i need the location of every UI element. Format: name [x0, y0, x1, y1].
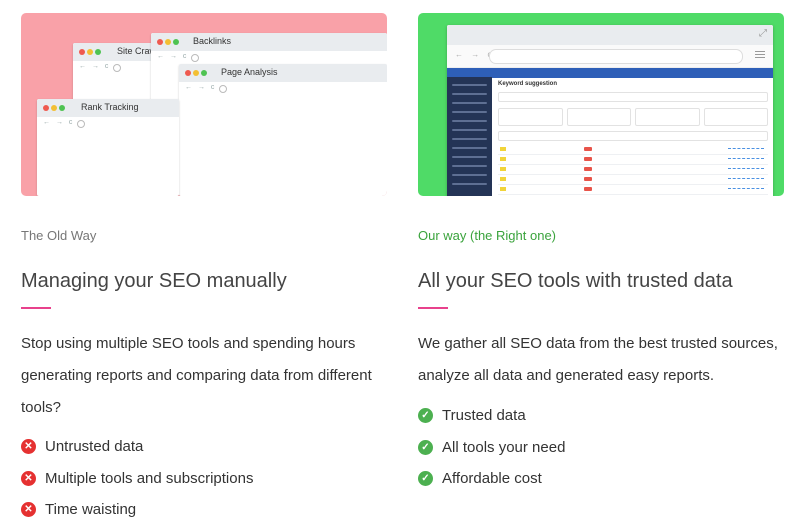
new-way-illustration: ⤢ ← → c Keyword suggestion: [418, 13, 784, 196]
circle-check-icon: ✓: [418, 408, 433, 423]
browser-window-rank-tracking: Rank Tracking ← → c: [37, 99, 179, 196]
list-item: ✓ Trusted data: [418, 406, 565, 438]
circle-x-icon: ✕: [21, 439, 36, 454]
app-sidebar: [447, 77, 492, 196]
app-main: Keyword suggestion: [498, 81, 768, 196]
section-label: The Old Way: [21, 228, 97, 243]
circle-check-icon: ✓: [418, 471, 433, 486]
circle-check-icon: ✓: [418, 439, 433, 455]
list-item-label: Time waisting: [45, 501, 137, 518]
circle-x-icon: ✕: [21, 470, 36, 486]
section-heading: All your SEO tools with trusted data: [418, 270, 733, 292]
list-item: ✓ Affordable cost: [418, 469, 565, 501]
list-item-label: Untrusted data: [45, 438, 144, 455]
section-paragraph: We gather all SEO data from the best tru…: [418, 335, 778, 384]
window-title: Rank Tracking: [81, 102, 139, 112]
old-way-illustration: Site Crawl ← → c Backlinks ← → c Page An…: [21, 13, 387, 196]
list-item-label: Multiple tools and subscriptions: [45, 469, 254, 487]
window-title: Backlinks: [193, 36, 232, 46]
list-item-label: Trusted data: [442, 407, 526, 424]
old-way-column: Site Crawl ← → c Backlinks ← → c Page An…: [21, 0, 391, 518]
pros-list: ✓ Trusted data ✓ All tools your need ✓ Affo…: [418, 406, 565, 501]
app-title: Keyword suggestion: [498, 81, 558, 87]
heading-underline: [418, 307, 448, 309]
app-screenshot: ⤢ ← → c Keyword suggestion: [447, 25, 773, 196]
list-item-label: Affordable cost: [442, 470, 542, 487]
cons-list: ✕ Untrusted data ✕ Multiple tools and subs…: [21, 437, 253, 532]
section-paragraph: Stop using multiple SEO tools and spendi…: [21, 335, 372, 416]
new-way-column: ⤢ ← → c Keyword suggestion Our way (the …: [418, 0, 788, 487]
menu-icon: [755, 51, 765, 52]
list-item: ✕ Time waisting: [21, 500, 253, 532]
list-item-label: All tools your need: [442, 438, 566, 456]
list-item: ✕ Untrusted data: [21, 437, 253, 469]
heading-underline: [21, 307, 51, 309]
circle-x-icon: ✕: [21, 502, 36, 517]
list-item: ✕ Multiple tools and subscriptions: [21, 469, 253, 501]
section-label: Our way (the Right one): [418, 228, 557, 243]
section-heading: Managing your SEO manually: [21, 270, 287, 292]
list-item: ✓ All tools your need: [418, 438, 565, 470]
window-title: Page Analysis: [221, 67, 278, 77]
browser-window-page-analysis: Page Analysis ← → c: [179, 64, 387, 196]
expand-icon: ⤢: [759, 28, 767, 39]
